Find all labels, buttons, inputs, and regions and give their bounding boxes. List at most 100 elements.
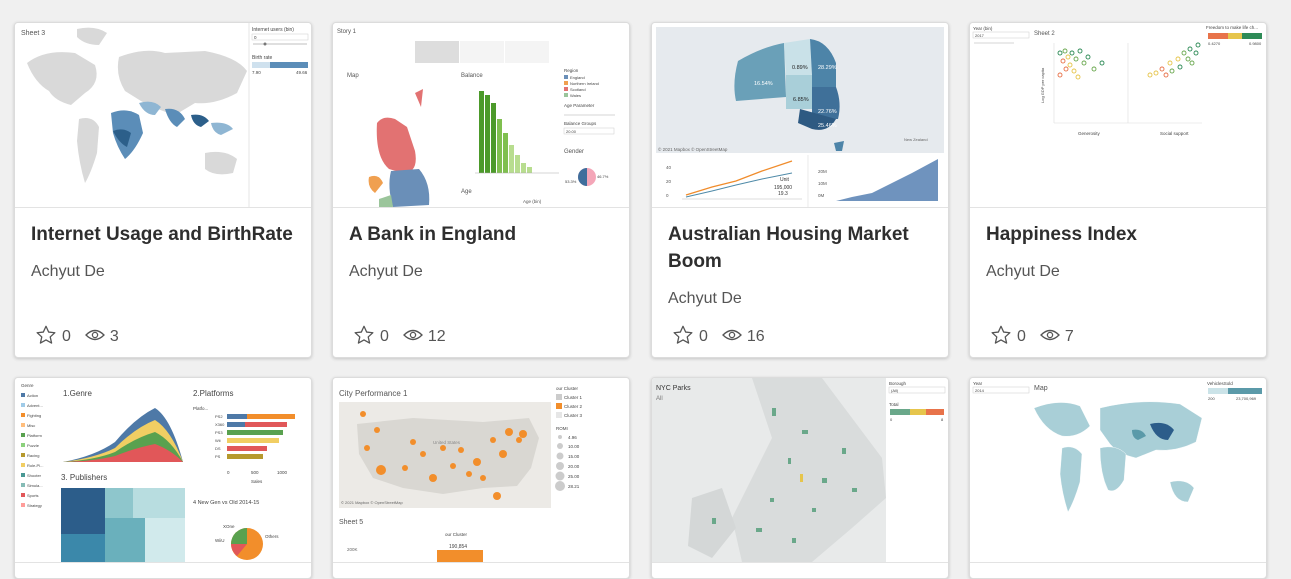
genre-item: Misc [27, 423, 35, 428]
region-scotland: Scotland [570, 87, 586, 92]
workbook-card-vehicles-sold[interactable]: Year 2014 Map VehiclesSold 200 23,700,96… [969, 377, 1267, 579]
views-eye-icon [84, 328, 105, 347]
thumbnail-happiness-index[interactable]: Year (bin) 2017 Sheet 2 Freedom to make … [970, 23, 1266, 208]
favorite-count: 0 [62, 328, 71, 345]
map-copyright: © 2021 Mapbox © OpenStreetMap [658, 146, 728, 152]
platform-item: PS3 [215, 430, 223, 435]
platform-item: X360 [215, 422, 225, 427]
sheet-label: Sheet 3 [21, 30, 45, 37]
genre-item: Action [27, 393, 38, 398]
romi-item: 20.00 [568, 464, 580, 469]
tooltip-sub: 19.3 [778, 191, 788, 197]
view-count: 7 [1064, 328, 1074, 345]
legend-low: 7.90 [252, 70, 261, 75]
platform-item: Wii [215, 438, 221, 443]
workbook-card-video-games[interactable]: Genre Action Advent... Fighting Misc Pla… [14, 377, 312, 579]
romi-item: 25.00 [568, 474, 580, 479]
legend-high: 49.66 [296, 70, 308, 75]
state-pct-4: 6.85% [793, 97, 809, 103]
favorite-count: 0 [380, 328, 389, 345]
genre-item: Role-Pl... [27, 463, 43, 468]
axis-tick: 0 [666, 193, 669, 198]
age-label: Age [461, 189, 472, 195]
state-pct-5: 22.76% [818, 109, 837, 115]
map-country-label: United States [433, 440, 461, 445]
chart-title-publishers: 3. Publishers [61, 473, 107, 482]
workbook-card-city-performance[interactable]: City Performance 1 United States © 2021 … [332, 377, 630, 579]
genre-item: Puzzle [27, 443, 40, 448]
author-name[interactable]: Achyut De [31, 263, 105, 281]
workbook-title[interactable]: A Bank in England [349, 221, 617, 248]
workbook-card-bank-england[interactable]: Story 1 Map Balance Age Age (bin) Region… [332, 22, 630, 358]
author-name[interactable]: Achyut De [349, 263, 423, 281]
axis-tick: 20 [666, 179, 672, 184]
views-eye-icon [721, 328, 742, 347]
genre-item: Simula... [27, 483, 43, 488]
legend-low: 0 [890, 417, 893, 422]
age-param-label: Age Parameter [564, 103, 595, 108]
cluster-item: Cluster 1 [564, 395, 583, 400]
thumbnail-city-performance[interactable]: City Performance 1 United States © 2021 … [333, 378, 629, 563]
gender-pct-a: 53.3% [565, 179, 577, 184]
axis-tick: 200K [347, 547, 358, 552]
platform-item: PS [215, 454, 221, 459]
bar-value-label: 190,854 [449, 544, 467, 550]
author-name[interactable]: Achyut De [668, 290, 742, 308]
workbook-card-internet-usage[interactable]: Sheet 3 Internet users (bin) 0 Birth rat… [14, 22, 312, 358]
nz-label: New Zealand [904, 137, 928, 142]
map-label: Map [347, 73, 359, 79]
workbook-title[interactable]: Australian Housing Market Boom [668, 221, 936, 275]
map-copyright: © 2021 Mapbox © OpenStreetMap [341, 500, 403, 505]
view-count: 12 [427, 328, 446, 345]
favorite-star-icon[interactable] [672, 324, 694, 351]
region-legend-title: Region [564, 68, 579, 73]
axis-tick: 40 [666, 165, 672, 170]
card-stats: 0 12 [353, 324, 460, 351]
workbook-card-australian-housing[interactable]: 0.89% 28.29% 16.54% 6.85% 22.76% 25.46% … [651, 22, 949, 358]
bar-chart-header: our Cluster [445, 532, 468, 537]
borough-filter-value: (All) [891, 388, 899, 393]
workbook-title[interactable]: Happiness Index [986, 221, 1254, 248]
cluster-item: Cluster 2 [564, 404, 583, 409]
pie-label-others: Others [265, 534, 279, 539]
workbook-title[interactable]: Internet Usage and BirthRate [31, 221, 299, 248]
year-filter-value: 2017 [975, 33, 985, 38]
favorite-star-icon[interactable] [35, 324, 57, 351]
genre-item: Shooter [27, 473, 42, 478]
chart-title: City Performance 1 [339, 389, 408, 398]
x-axis-generosity: Generosity [1078, 131, 1101, 136]
genre-legend-title: Genre [21, 383, 34, 388]
workbook-card-nyc-parks[interactable]: NYC Parks All Borough (All) Total 0 8 [651, 377, 949, 579]
thumbnail-video-games[interactable]: Genre Action Advent... Fighting Misc Pla… [15, 378, 311, 563]
platform-label: Platfo... [193, 406, 208, 411]
pie-label-xone: XOne [223, 524, 235, 529]
year-filter-value: 2014 [975, 388, 985, 393]
legend-high: 8 [941, 417, 944, 422]
year-filter-label: Year [973, 381, 983, 386]
thumbnail-vehicles-sold[interactable]: Year 2014 Map VehiclesSold 200 23,700,96… [970, 378, 1266, 563]
legend-title-birthrate: Birth rate [252, 55, 273, 61]
thumbnail-internet-usage[interactable]: Sheet 3 Internet users (bin) 0 Birth rat… [15, 23, 311, 208]
gender-label: Gender [564, 149, 584, 155]
thumbnail-bank-england[interactable]: Story 1 Map Balance Age Age (bin) Region… [333, 23, 629, 208]
thumbnail-australian-housing[interactable]: 0.89% 28.29% 16.54% 6.85% 22.76% 25.46% … [652, 23, 948, 208]
legend-title: VehiclesSold [1207, 381, 1233, 386]
genre-item: Sports [27, 493, 39, 498]
chart-title-platforms: 2.Platforms [193, 389, 233, 398]
cluster-item: Cluster 3 [564, 413, 583, 418]
favorite-count: 0 [1017, 328, 1026, 345]
favorite-star-icon[interactable] [353, 324, 375, 351]
thumbnail-nyc-parks[interactable]: NYC Parks All Borough (All) Total 0 8 [652, 378, 948, 563]
views-eye-icon [402, 328, 423, 347]
author-name[interactable]: Achyut De [986, 263, 1060, 281]
card-stats: 0 7 [990, 324, 1088, 351]
region-ni: Northern Ireland [570, 81, 599, 86]
sheet-label: Sheet 2 [1034, 31, 1055, 37]
favorite-star-icon[interactable] [990, 324, 1012, 351]
gender-pct-b: 46.7% [597, 174, 609, 179]
sales-axis-label: Sales [251, 479, 263, 484]
x-axis-social: Social support [1160, 131, 1189, 136]
axis-tick: 500 [251, 470, 259, 475]
axis-tick: 20M [818, 169, 827, 174]
workbook-card-happiness-index[interactable]: Year (bin) 2017 Sheet 2 Freedom to make … [969, 22, 1267, 358]
